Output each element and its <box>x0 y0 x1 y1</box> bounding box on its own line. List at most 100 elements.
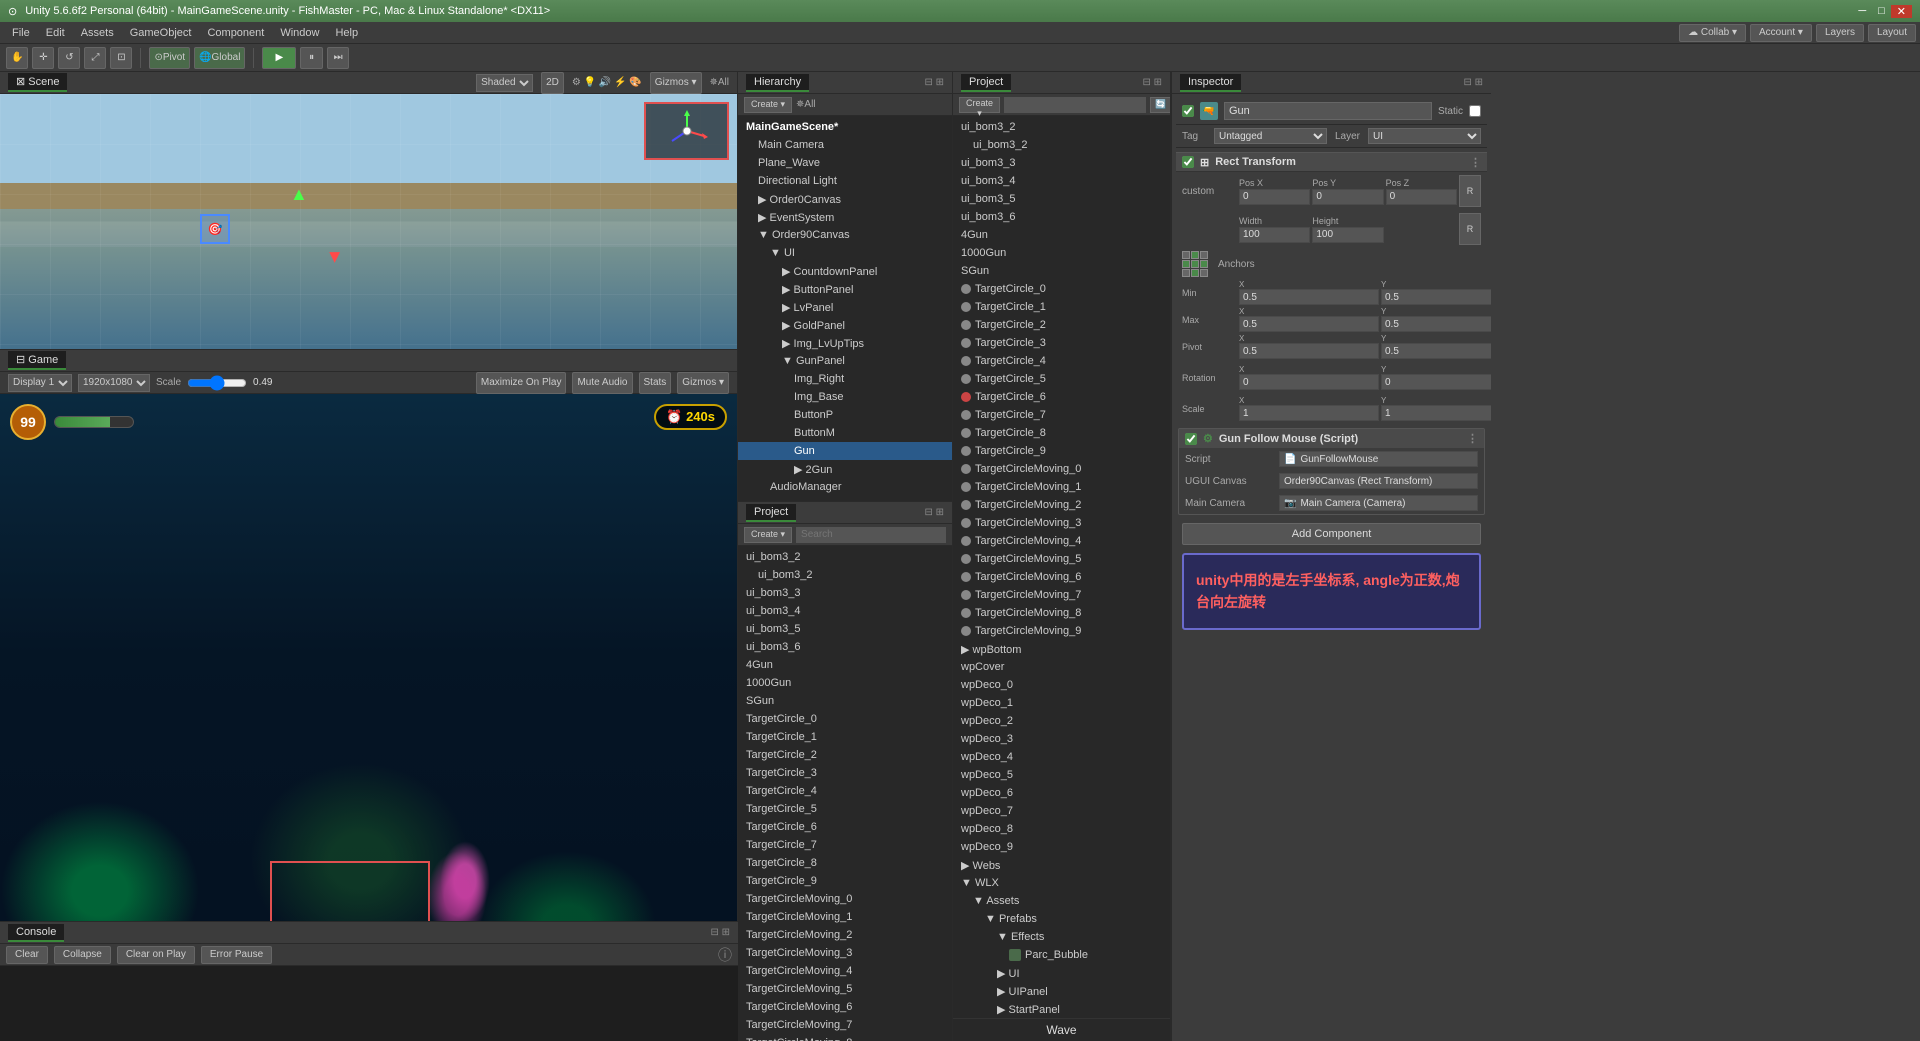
project-tab2[interactable]: Project <box>961 74 1011 92</box>
hierarchy-item-0[interactable]: MainGameScene* <box>738 118 952 136</box>
pause-btn[interactable]: ⏸ <box>300 47 323 69</box>
object-name-input[interactable] <box>1224 102 1432 120</box>
clear-on-play-btn[interactable]: Clear on Play <box>117 946 195 964</box>
rect-r-btn2[interactable]: R <box>1459 213 1481 245</box>
asset-item-46[interactable]: Parc_Bubble <box>953 946 1170 964</box>
hierarchy-item-15[interactable]: Img_Base <box>738 388 952 406</box>
inspector-tab[interactable]: Inspector <box>1180 74 1241 92</box>
main-camera-value-display[interactable]: 📷 Main Camera (Camera) <box>1279 495 1478 511</box>
project-item-19[interactable]: TargetCircleMoving_0 <box>738 890 952 908</box>
asset-item-37[interactable]: wpDeco_6 <box>953 784 1170 802</box>
scene-tab[interactable]: ⊠ Scene <box>8 73 67 92</box>
project-item-22[interactable]: TargetCircleMoving_3 <box>738 944 952 962</box>
asset-item-15[interactable]: TargetCircle_6 <box>953 388 1170 406</box>
hierarchy-item-14[interactable]: Img_Right <box>738 370 952 388</box>
project-create-btn[interactable]: Create ▾ <box>744 527 792 543</box>
asset-item-44[interactable]: ▼ Prefabs <box>953 910 1170 928</box>
asset-item-1[interactable]: ui_bom3_2 <box>953 136 1170 154</box>
project-item-10[interactable]: TargetCircle_1 <box>738 728 952 746</box>
asset-item-11[interactable]: TargetCircle_2 <box>953 316 1170 334</box>
hierarchy-item-4[interactable]: ▶ Order0Canvas <box>738 190 952 208</box>
rotate-tool[interactable]: ↺ <box>58 47 80 69</box>
asset-item-47[interactable]: ▶ UI <box>953 964 1170 982</box>
asset-item-12[interactable]: TargetCircle_3 <box>953 334 1170 352</box>
menu-component[interactable]: Component <box>199 25 272 41</box>
asset-item-34[interactable]: wpDeco_3 <box>953 730 1170 748</box>
script-value-display[interactable]: 📄 GunFollowMouse <box>1279 451 1478 467</box>
pivot-btn[interactable]: ⊙ Pivot <box>149 47 190 69</box>
asset-item-40[interactable]: wpDeco_9 <box>953 838 1170 856</box>
asset-item-29[interactable]: ▶ wpBottom <box>953 640 1170 658</box>
asset-item-25[interactable]: TargetCircleMoving_6 <box>953 568 1170 586</box>
2d-btn[interactable]: 2D <box>541 72 564 94</box>
hierarchy-item-6[interactable]: ▼ Order90Canvas <box>738 226 952 244</box>
console-tab[interactable]: Console <box>8 924 64 942</box>
project-item-13[interactable]: TargetCircle_4 <box>738 782 952 800</box>
stats-btn[interactable]: Stats <box>639 372 672 394</box>
pos-y-input[interactable] <box>1312 189 1383 205</box>
resolution-select[interactable]: 1920x1080 <box>78 374 150 392</box>
max-x-input[interactable] <box>1239 316 1379 332</box>
global-btn[interactable]: 🌐 Global <box>194 47 245 69</box>
hierarchy-item-13[interactable]: ▼ GunPanel <box>738 352 952 370</box>
asset-item-28[interactable]: TargetCircleMoving_9 <box>953 622 1170 640</box>
project-item-11[interactable]: TargetCircle_2 <box>738 746 952 764</box>
pos-x-input[interactable] <box>1239 189 1310 205</box>
maximize-play-btn[interactable]: Maximize On Play <box>476 372 567 394</box>
tag-dropdown[interactable]: Untagged <box>1214 128 1327 144</box>
asset-item-9[interactable]: TargetCircle_0 <box>953 280 1170 298</box>
asset-create-btn2[interactable]: Create ▾ <box>959 97 1000 113</box>
asset-item-30[interactable]: wpCover <box>953 658 1170 676</box>
asset-item-20[interactable]: TargetCircleMoving_1 <box>953 478 1170 496</box>
script-active-checkbox[interactable] <box>1185 433 1197 445</box>
rect-transform-header[interactable]: ⊞ Rect Transform ⋮ <box>1176 152 1487 172</box>
layer-dropdown[interactable]: UI <box>1368 128 1481 144</box>
asset-item-3[interactable]: ui_bom3_4 <box>953 172 1170 190</box>
project-item-7[interactable]: 1000Gun <box>738 674 952 692</box>
script-header[interactable]: ⚙ Gun Follow Mouse (Script) ⋮ <box>1179 429 1484 448</box>
menu-assets[interactable]: Assets <box>73 25 122 41</box>
asset-item-0[interactable]: ui_bom3_2 <box>953 118 1170 136</box>
asset-item-41[interactable]: ▶ Webs <box>953 856 1170 874</box>
project-item-0[interactable]: ui_bom3_2 <box>738 548 952 566</box>
layers-button[interactable]: Layers <box>1816 24 1864 42</box>
maximize-btn[interactable]: □ <box>1872 5 1891 17</box>
asset-item-31[interactable]: wpDeco_0 <box>953 676 1170 694</box>
project-item-23[interactable]: TargetCircleMoving_4 <box>738 962 952 980</box>
project-item-1[interactable]: ui_bom3_2 <box>738 566 952 584</box>
hand-tool[interactable]: ✋ <box>6 47 28 69</box>
layout-button[interactable]: Layout <box>1868 24 1916 42</box>
project-item-8[interactable]: SGun <box>738 692 952 710</box>
project-item-17[interactable]: TargetCircle_8 <box>738 854 952 872</box>
hierarchy-tab[interactable]: Hierarchy <box>746 74 809 92</box>
play-btn[interactable]: ▶ <box>262 47 296 69</box>
asset-item-23[interactable]: TargetCircleMoving_4 <box>953 532 1170 550</box>
asset-item-18[interactable]: TargetCircle_9 <box>953 442 1170 460</box>
asset-item-16[interactable]: TargetCircle_7 <box>953 406 1170 424</box>
rot-x-input[interactable] <box>1239 374 1379 390</box>
scale-y-input[interactable] <box>1381 405 1491 421</box>
display-select[interactable]: Display 1 <box>8 374 72 392</box>
hierarchy-item-18[interactable]: Gun <box>738 442 952 460</box>
add-component-btn[interactable]: Add Component <box>1182 523 1481 545</box>
hierarchy-item-1[interactable]: Main Camera <box>738 136 952 154</box>
gizmos-btn-game[interactable]: Gizmos ▾ <box>677 372 729 394</box>
asset-item-45[interactable]: ▼ Effects <box>953 928 1170 946</box>
gizmos-btn-scene[interactable]: Gizmos ▾ <box>650 72 702 94</box>
scale-slider[interactable] <box>187 377 247 389</box>
script-menu-icon[interactable]: ⋮ <box>1467 432 1478 445</box>
hierarchy-item-8[interactable]: ▶ CountdownPanel <box>738 262 952 280</box>
width-input[interactable] <box>1239 227 1310 243</box>
game-tab[interactable]: ⊟ Game <box>8 351 66 370</box>
scale-x-input[interactable] <box>1239 405 1379 421</box>
asset-item-4[interactable]: ui_bom3_5 <box>953 190 1170 208</box>
project-item-3[interactable]: ui_bom3_4 <box>738 602 952 620</box>
project-item-21[interactable]: TargetCircleMoving_2 <box>738 926 952 944</box>
asset-item-6[interactable]: 4Gun <box>953 226 1170 244</box>
minimize-btn[interactable]: ─ <box>1852 5 1872 17</box>
rect-r-btn[interactable]: R <box>1459 175 1481 207</box>
asset-item-10[interactable]: TargetCircle_1 <box>953 298 1170 316</box>
hierarchy-all-btn[interactable]: ✵All <box>796 99 816 110</box>
menu-gameobject[interactable]: GameObject <box>122 25 200 41</box>
menu-edit[interactable]: Edit <box>38 25 73 41</box>
